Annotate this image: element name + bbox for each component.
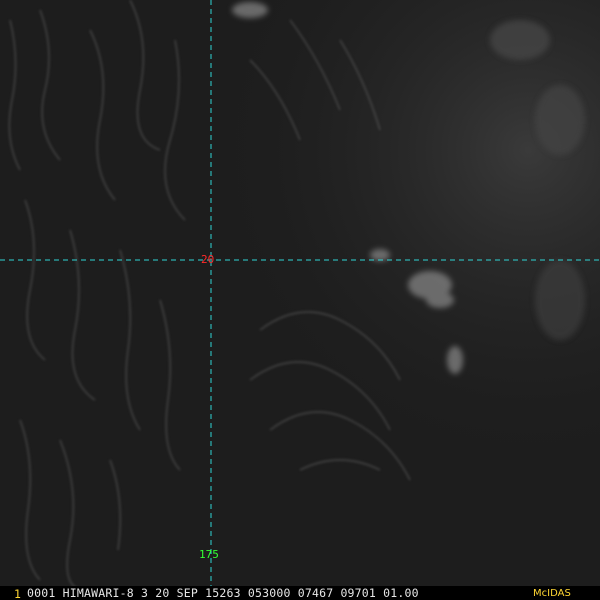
satellite-imagery	[0, 0, 600, 600]
status-bar: 1 0001 HIMAWARI-8 3 20 SEP 15263 053000 …	[0, 586, 600, 600]
brand-label: McIDAS	[533, 588, 571, 599]
frame-number: 1	[14, 587, 21, 600]
latitude-label: 20	[201, 253, 215, 266]
image-metadata-text: 0001 HIMAWARI-8 3 20 SEP 15263 053000 07…	[27, 586, 419, 600]
longitude-label: 175	[199, 548, 219, 561]
satellite-view: 20 175 1 0001 HIMAWARI-8 3 20 SEP 15263 …	[0, 0, 600, 600]
